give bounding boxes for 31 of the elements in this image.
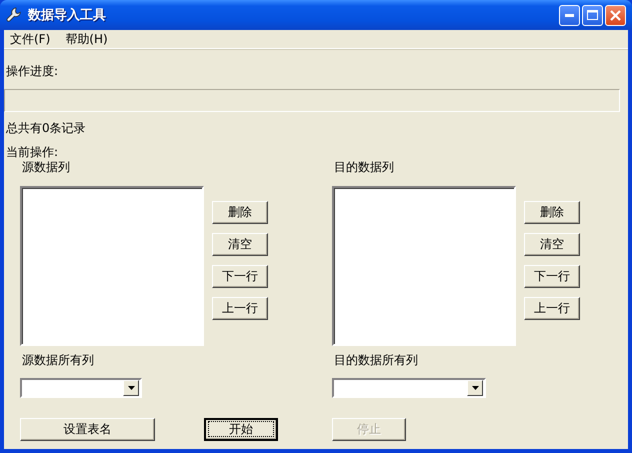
menu-item[interactable]: 帮助(H) [65,30,108,48]
list-label: 目的数据列 [333,160,394,174]
list-box[interactable] [20,186,204,346]
column-dropdown[interactable] [332,378,486,398]
progress-label: 操作进度: [5,64,58,78]
action-button[interactable]: 开始 [204,418,278,441]
window-title: 数据导入工具 [28,6,106,24]
list-action-button[interactable]: 删除 [212,201,268,224]
list-label: 源数据列 [21,160,70,174]
action-button[interactable]: 设置表名 [20,418,155,441]
list-action-button[interactable]: 清空 [524,233,580,256]
list-action-button[interactable]: 清空 [212,233,268,256]
close-button[interactable] [605,4,626,26]
list-box[interactable] [332,186,516,346]
list-action-button[interactable]: 下一行 [524,265,580,288]
columns-label: 目的数据所有列 [333,353,418,367]
list-action-button[interactable]: 上一行 [212,297,268,320]
current-operation-label: 当前操作: [5,145,58,159]
list-action-button[interactable]: 删除 [524,201,580,224]
menu-item[interactable]: 文件(F) [10,30,50,48]
columns-label: 源数据所有列 [21,353,94,367]
record-count: 总共有0条记录 [5,121,86,135]
minimize-button[interactable] [559,4,580,26]
maximize-icon [587,10,598,20]
list-action-button[interactable]: 下一行 [212,265,268,288]
minimize-icon [565,14,574,16]
close-icon [610,10,621,20]
maximize-button[interactable] [582,4,603,26]
wrench-icon [6,7,22,23]
list-action-button[interactable]: 上一行 [524,297,580,320]
column-dropdown[interactable] [20,378,142,398]
